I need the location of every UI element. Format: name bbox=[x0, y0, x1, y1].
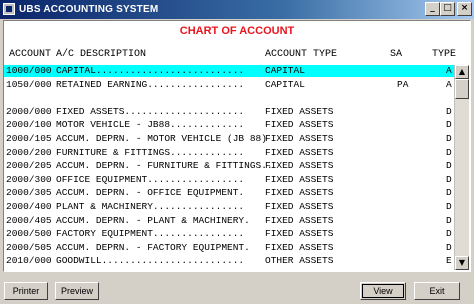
table-row[interactable]: 2000/505 ACCUM. DEPRN. - FACTORY EQUIPMEN… bbox=[4, 242, 460, 254]
table-row[interactable]: 2000/405 ACCUM. DEPRN. - PLANT & MACHINER… bbox=[4, 215, 460, 227]
type-code-cell: D bbox=[446, 119, 452, 131]
table-row[interactable]: 2000/305 ACCUM. DEPRN. - OFFICE EQUIPMENT… bbox=[4, 187, 460, 199]
table-row[interactable]: 2000/100 MOTOR VEHICLE - JB88............… bbox=[4, 119, 460, 131]
account-cell: 2000/100 bbox=[6, 119, 52, 131]
type-code-cell: D bbox=[446, 146, 452, 158]
column-header-account-type: ACCOUNT TYPE bbox=[265, 49, 338, 60]
account-cell: 2000/200 bbox=[6, 146, 52, 158]
type-code-cell: D bbox=[446, 173, 452, 185]
description-cell: ACCUM. DEPRN. - MOTOR VEHICLE (JB 88) bbox=[56, 133, 267, 144]
column-header-type: TYPE bbox=[432, 49, 457, 60]
account-type-cell: FIXED ASSETS bbox=[265, 241, 334, 253]
app-icon bbox=[3, 3, 15, 15]
account-type-cell: FIXED ASSETS bbox=[265, 228, 334, 240]
type-code-cell: A bbox=[446, 65, 452, 76]
view-button[interactable]: View bbox=[360, 282, 406, 300]
account-cell: 2000/500 bbox=[6, 228, 52, 240]
account-type-cell: FIXED ASSETS bbox=[265, 214, 334, 226]
type-code-cell: A bbox=[446, 78, 452, 90]
description-cell: ACCUM. DEPRN. - PLANT & MACHINERY. bbox=[56, 214, 250, 226]
table-row[interactable]: 2000/105 ACCUM. DEPRN. - MOTOR VEHICLE (J… bbox=[4, 133, 460, 145]
scroll-up-icon[interactable]: ▲ bbox=[455, 65, 469, 79]
table-row[interactable]: 1000/000 CAPITAL.........................… bbox=[4, 65, 460, 77]
column-header-sa: SA bbox=[390, 49, 403, 60]
account-cell: 2010/000 bbox=[6, 255, 52, 267]
window-title: UBS ACCOUNTING SYSTEM bbox=[19, 4, 159, 15]
account-type-cell: FIXED ASSETS bbox=[265, 160, 334, 172]
type-code-cell: D bbox=[446, 228, 452, 240]
account-cell: 2000/000 bbox=[6, 105, 52, 117]
description-cell: ACCUM. DEPRN. - FURNITURE & FITTINGS.. bbox=[56, 160, 273, 172]
type-code-cell: D bbox=[446, 187, 452, 199]
table-row[interactable]: 1050/000 RETAINED EARNING................… bbox=[4, 79, 460, 91]
table-row[interactable]: 2000/400 PLANT & MACHINERY...............… bbox=[4, 201, 460, 213]
description-cell: PLANT & MACHINERY................ bbox=[56, 201, 245, 212]
account-type-cell: FIXED ASSETS bbox=[265, 119, 334, 131]
description-cell: RETAINED EARNING................. bbox=[56, 78, 245, 90]
account-cell: 2000/400 bbox=[6, 201, 52, 212]
account-cell: 1050/000 bbox=[6, 78, 52, 90]
scroll-down-icon[interactable]: ▼ bbox=[455, 256, 469, 270]
minimize-button[interactable]: _ bbox=[425, 2, 440, 16]
description-cell: FACTORY EQUIPMENT................ bbox=[56, 228, 245, 240]
scroll-thumb[interactable] bbox=[455, 79, 469, 99]
account-type-cell: FIXED ASSETS bbox=[265, 201, 334, 212]
description-cell: FIXED ASSETS..................... bbox=[56, 105, 245, 117]
description-cell: ACCUM. DEPRN. - FACTORY EQUIPMENT. bbox=[56, 241, 250, 253]
table-row[interactable]: 2000/300 OFFICE EQUIPMENT................… bbox=[4, 174, 460, 186]
account-cell: 2000/405 bbox=[6, 214, 52, 226]
account-type-cell: FIXED ASSETS bbox=[265, 146, 334, 158]
description-cell: OFFICE EQUIPMENT................. bbox=[56, 173, 245, 185]
account-type-cell: OTHER ASSETS bbox=[265, 255, 334, 267]
column-header-description: A/C DESCRIPTION bbox=[56, 49, 147, 60]
type-code-cell: D bbox=[446, 214, 452, 226]
table-row[interactable]: 2010/000 GOODWILL........................… bbox=[4, 255, 460, 267]
description-cell: FURNITURE & FITTINGS............. bbox=[56, 146, 245, 158]
account-cell: 2000/305 bbox=[6, 187, 52, 199]
type-code-cell: D bbox=[446, 241, 452, 253]
type-code-cell: D bbox=[446, 201, 452, 212]
description-cell: GOODWILL......................... bbox=[56, 255, 245, 267]
account-type-cell: FIXED ASSETS bbox=[265, 187, 334, 199]
title-bar[interactable]: UBS ACCOUNTING SYSTEM _ □ × bbox=[0, 0, 474, 19]
account-list-panel: CHART OF ACCOUNT ACCOUNT A/C DESCRIPTION… bbox=[3, 20, 471, 272]
type-code-cell: D bbox=[446, 133, 452, 144]
account-cell: 2000/205 bbox=[6, 160, 52, 172]
button-bar: Printer Preview View Exit bbox=[0, 274, 474, 304]
table-row[interactable]: 2000/200 FURNITURE & FITTINGS............… bbox=[4, 147, 460, 159]
account-type-cell: FIXED ASSETS bbox=[265, 133, 334, 144]
account-type-cell: FIXED ASSETS bbox=[265, 105, 334, 117]
account-cell: 2000/505 bbox=[6, 241, 52, 253]
account-type-cell: FIXED ASSETS bbox=[265, 173, 334, 185]
maximize-button[interactable]: □ bbox=[440, 2, 455, 16]
account-type-cell: CAPITAL bbox=[265, 65, 305, 76]
account-cell: 1000/000 bbox=[6, 65, 52, 76]
type-code-cell: E bbox=[446, 255, 452, 267]
account-type-cell: CAPITAL bbox=[265, 78, 305, 90]
column-header-account: ACCOUNT bbox=[9, 49, 52, 60]
description-cell: MOTOR VEHICLE - JB88............. bbox=[56, 119, 245, 131]
account-cell: 2000/105 bbox=[6, 133, 52, 144]
table-row[interactable] bbox=[4, 92, 460, 104]
description-cell: ACCUM. DEPRN. - OFFICE EQUIPMENT. bbox=[56, 187, 245, 199]
type-code-cell: D bbox=[446, 160, 452, 172]
description-cell: CAPITAL.......................... bbox=[56, 65, 245, 76]
table-row[interactable]: 2000/205 ACCUM. DEPRN. - FURNITURE & FITT… bbox=[4, 160, 460, 172]
table-row[interactable]: 2000/000 FIXED ASSETS....................… bbox=[4, 106, 460, 118]
report-title: CHART OF ACCOUNT bbox=[179, 25, 295, 37]
exit-button[interactable]: Exit bbox=[414, 282, 460, 300]
sa-cell: PA bbox=[397, 78, 409, 90]
preview-button[interactable]: Preview bbox=[55, 282, 99, 300]
type-code-cell: D bbox=[446, 105, 452, 117]
printer-button[interactable]: Printer bbox=[4, 282, 48, 300]
account-cell: 2000/300 bbox=[6, 173, 52, 185]
close-button[interactable]: × bbox=[457, 2, 472, 16]
vertical-scrollbar[interactable]: ▲ ▼ bbox=[454, 65, 469, 270]
table-row[interactable]: 2000/500 FACTORY EQUIPMENT...............… bbox=[4, 228, 460, 240]
